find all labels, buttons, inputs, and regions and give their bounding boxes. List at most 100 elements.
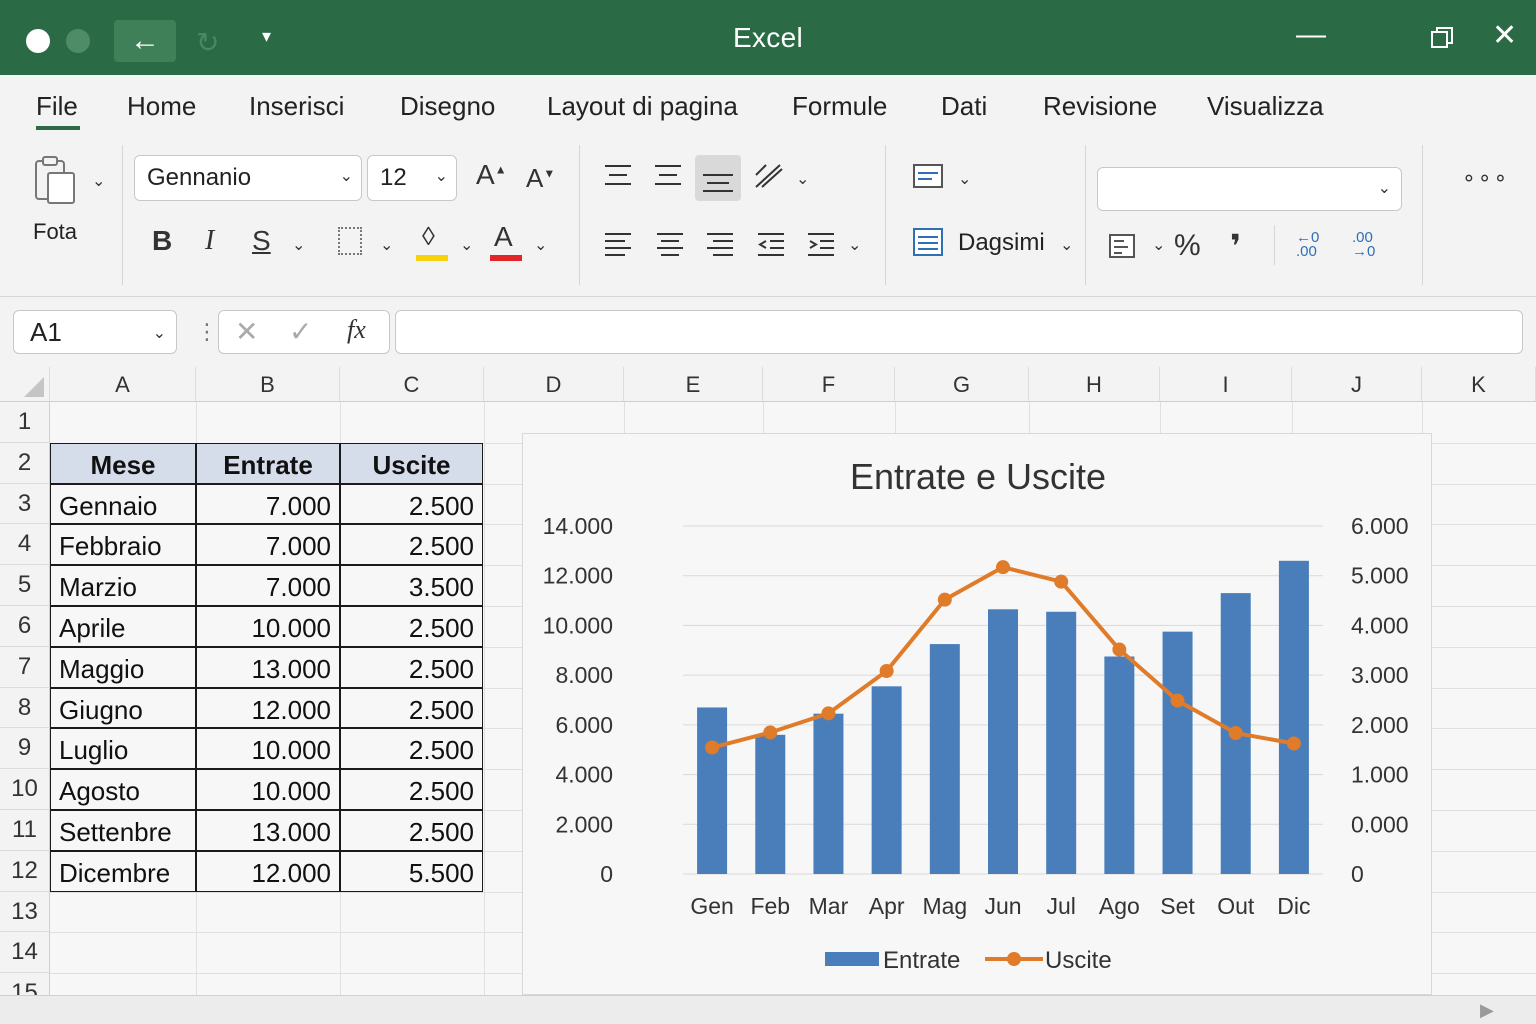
column-header[interactable]: G: [895, 367, 1029, 402]
column-header[interactable]: E: [624, 367, 763, 402]
table-header-cell[interactable]: Entrate: [196, 442, 340, 484]
enter-icon[interactable]: ✓: [289, 315, 312, 348]
decrease-indent-icon[interactable]: [756, 231, 786, 262]
italic-button[interactable]: I: [205, 225, 214, 257]
row-header[interactable]: 6: [0, 606, 50, 647]
table-cell[interactable]: 13.000: [196, 646, 340, 688]
row-header[interactable]: 11: [0, 810, 50, 851]
align-middle-icon[interactable]: [653, 163, 683, 192]
tab-review[interactable]: Revisione: [1043, 91, 1157, 122]
column-header[interactable]: H: [1029, 367, 1160, 402]
paste-button[interactable]: [30, 153, 80, 210]
row-header[interactable]: 3: [0, 483, 50, 525]
table-cell[interactable]: 12.000: [196, 687, 340, 729]
table-cell[interactable]: 2.500: [340, 646, 483, 688]
table-cell[interactable]: 2.500: [340, 606, 483, 647]
table-cell[interactable]: Maggio: [50, 646, 196, 688]
decrease-decimal-button[interactable]: .00 →0: [1352, 230, 1388, 259]
font-name-select[interactable]: Gennanio ⌄: [134, 155, 362, 201]
row-header[interactable]: 12: [0, 850, 50, 892]
table-cell[interactable]: Settenbre: [50, 810, 196, 851]
row-header[interactable]: 4: [0, 524, 50, 566]
align-top-icon[interactable]: [603, 163, 633, 192]
row-header[interactable]: 10: [0, 769, 50, 810]
table-cell[interactable]: Gennaio: [50, 483, 196, 525]
table-cell[interactable]: 7.000: [196, 524, 340, 566]
row-header[interactable]: 9: [0, 728, 50, 770]
row-header[interactable]: 7: [0, 646, 50, 688]
table-cell[interactable]: 2.500: [340, 728, 483, 770]
chevron-down-icon[interactable]: ⌄: [796, 169, 809, 189]
table-cell[interactable]: Dicembre: [50, 850, 196, 892]
font-color-icon[interactable]: A: [494, 221, 513, 253]
table-cell[interactable]: 7.000: [196, 483, 340, 525]
chevron-down-icon[interactable]: ⌄: [534, 235, 547, 255]
row-header[interactable]: 2: [0, 442, 50, 484]
tab-draw[interactable]: Disegno: [400, 91, 495, 122]
row-header[interactable]: 14: [0, 932, 50, 974]
cell-styles-label[interactable]: Dagsimi: [958, 229, 1045, 257]
table-cell[interactable]: Marzio: [50, 565, 196, 606]
column-header[interactable]: I: [1160, 367, 1292, 402]
table-cell[interactable]: 10.000: [196, 606, 340, 647]
table-cell[interactable]: 13.000: [196, 810, 340, 851]
table-cell[interactable]: Agosto: [50, 769, 196, 810]
table-cell[interactable]: Aprile: [50, 606, 196, 647]
shrink-font-icon[interactable]: A▼: [526, 163, 555, 194]
column-header[interactable]: F: [763, 367, 895, 402]
chevron-down-icon[interactable]: ⌄: [92, 171, 105, 191]
minimize-button[interactable]: —: [1296, 18, 1326, 52]
align-center-icon[interactable]: [655, 231, 685, 262]
table-cell[interactable]: 5.500: [340, 850, 483, 892]
restore-button[interactable]: [1430, 24, 1454, 48]
column-header[interactable]: B: [196, 367, 340, 402]
underline-button[interactable]: S: [252, 225, 271, 257]
column-header[interactable]: C: [340, 367, 484, 402]
font-size-select[interactable]: 12 ⌄: [367, 155, 457, 201]
row-header[interactable]: 8: [0, 687, 50, 729]
chevron-down-icon[interactable]: ⌄: [958, 169, 971, 189]
table-cell[interactable]: 7.000: [196, 565, 340, 606]
table-cell[interactable]: Luglio: [50, 728, 196, 770]
table-cell[interactable]: 2.500: [340, 524, 483, 566]
cancel-icon[interactable]: ✕: [235, 315, 258, 348]
increase-indent-icon[interactable]: [806, 231, 836, 262]
more-options-icon[interactable]: ∘∘∘: [1462, 165, 1509, 191]
column-header[interactable]: A: [50, 367, 196, 402]
select-all-corner[interactable]: [0, 367, 50, 402]
chart[interactable]: Entrate e Uscite 0 2.000 4.000 6.000 8.000 10.…: [522, 433, 1432, 995]
row-header[interactable]: 1: [0, 402, 50, 443]
table-cell[interactable]: Febbraio: [50, 524, 196, 566]
tab-view[interactable]: Visualizza: [1207, 91, 1324, 122]
column-header[interactable]: K: [1422, 367, 1536, 402]
number-format-select[interactable]: ⌄: [1097, 167, 1402, 211]
table-cell[interactable]: 3.500: [340, 565, 483, 606]
percent-button[interactable]: %: [1174, 229, 1201, 263]
table-cell[interactable]: 12.000: [196, 850, 340, 892]
close-button[interactable]: ✕: [1492, 18, 1517, 53]
table-header-cell[interactable]: Uscite: [340, 442, 483, 484]
tab-home[interactable]: Home: [127, 91, 196, 122]
scroll-right-icon[interactable]: ▶: [1480, 1000, 1494, 1021]
chevron-down-icon[interactable]: ⌄: [292, 235, 305, 255]
chevron-down-icon[interactable]: ⌄: [1152, 235, 1165, 255]
table-cell[interactable]: 10.000: [196, 728, 340, 770]
table-cell[interactable]: 2.500: [340, 687, 483, 729]
column-header[interactable]: J: [1292, 367, 1422, 402]
orientation-icon[interactable]: [752, 161, 786, 196]
fill-color-icon[interactable]: ◊: [422, 221, 435, 252]
chevron-down-icon[interactable]: ⌄: [848, 235, 861, 255]
tab-page-layout[interactable]: Layout di pagina: [547, 91, 738, 122]
row-header[interactable]: 5: [0, 565, 50, 606]
table-cell[interactable]: 2.500: [340, 769, 483, 810]
row-header[interactable]: 13: [0, 891, 50, 933]
cell-styles-icon[interactable]: [912, 227, 944, 262]
align-left-icon[interactable]: [603, 231, 633, 262]
number-format-icon[interactable]: [1108, 233, 1138, 266]
grow-font-icon[interactable]: A▲: [476, 159, 507, 191]
table-header-cell[interactable]: Mese: [50, 442, 196, 484]
insert-function-button[interactable]: fx: [347, 315, 366, 345]
formula-input[interactable]: [395, 310, 1523, 354]
chevron-down-icon[interactable]: ⌄: [380, 235, 393, 255]
comma-button[interactable]: ❜: [1230, 227, 1241, 265]
